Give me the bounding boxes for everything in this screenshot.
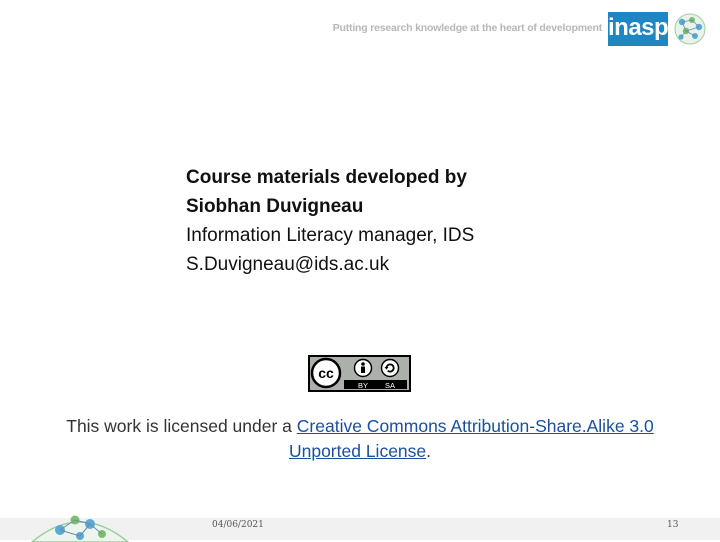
share-alike-icon [380, 358, 400, 378]
inasp-logo-text: inasp [608, 12, 669, 46]
page-number: 13 [667, 520, 679, 530]
license-suffix: . [426, 441, 432, 461]
author-name: Siobhan Duvigneau [186, 196, 364, 217]
cc-label: cc [318, 365, 334, 381]
license-prefix: This work is licensed under a [66, 416, 297, 436]
by-label: BY [358, 381, 368, 390]
inasp-logo: inasp [608, 12, 708, 46]
license-statement: This work is licensed under a Creative C… [60, 414, 660, 464]
license-link[interactable]: Creative Commons Attribution-Share.Alike… [289, 416, 654, 461]
footer-globe-icon [30, 515, 130, 542]
globe-icon [674, 13, 706, 45]
credits-block: Course materials developed by Siobhan Du… [186, 163, 474, 279]
author-email: S.Duvigneau@ids.ac.uk [186, 254, 390, 275]
cc-by-sa-badge: cc BY SA [308, 355, 411, 392]
tagline: Putting research knowledge at the heart … [332, 22, 602, 34]
author-role: Information Literacy manager, IDS [186, 225, 475, 246]
sa-label: SA [385, 381, 395, 390]
footer-date: 04/06/2021 [212, 520, 264, 530]
credits-heading: Course materials developed by [186, 167, 467, 188]
